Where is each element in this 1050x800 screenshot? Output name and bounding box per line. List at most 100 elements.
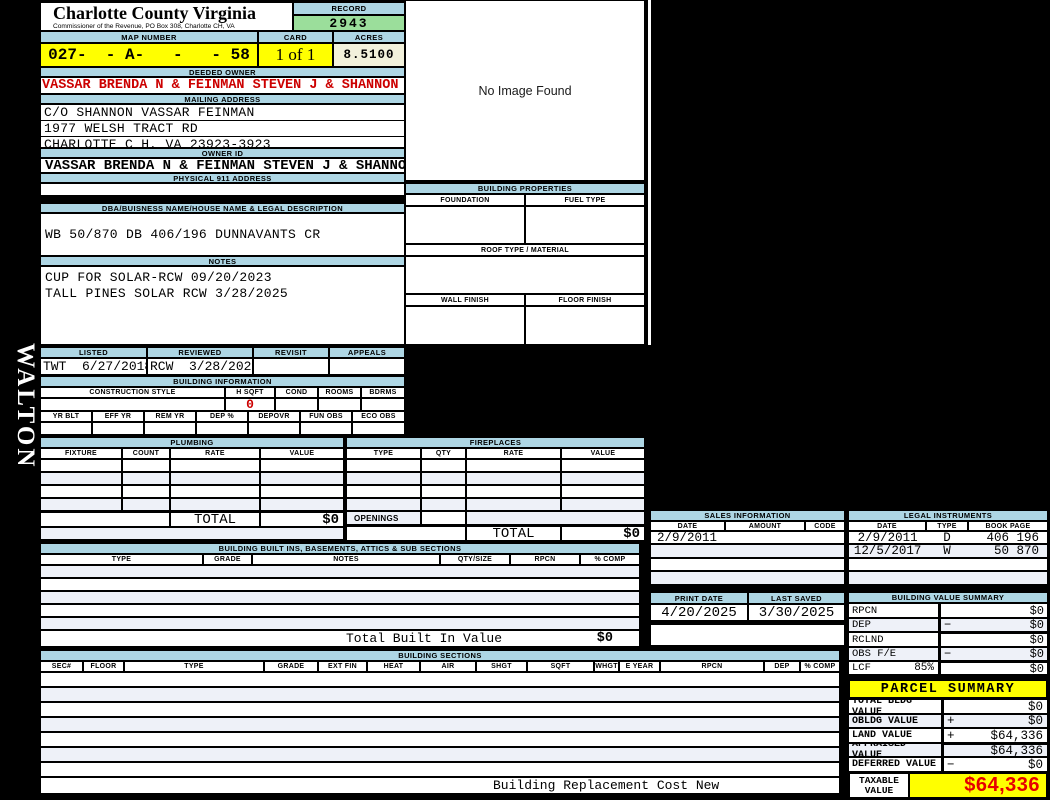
bdrms-value (361, 398, 405, 411)
parcel-row-deferred: DEFERRED VALUE − $0 (848, 757, 1048, 772)
notes-label: NOTES (40, 256, 405, 266)
table-row (650, 544, 845, 558)
floor-label: FLOOR (83, 661, 124, 672)
taxable-value: $64,336 (964, 774, 1040, 796)
remyr-value (144, 422, 196, 435)
appeals-label: APPEALS (329, 347, 405, 358)
property-photo-placeholder: No Image Found (405, 0, 645, 181)
plumbing-fixture-label: FIXTURE (40, 448, 122, 459)
parcel-label: APPRAISED VALUE (848, 743, 943, 757)
record-label: RECORD (293, 2, 405, 15)
building-value-summary-title: BUILDING VALUE SUMMARY (848, 592, 1048, 603)
plumbing-count-label: COUNT (122, 448, 170, 459)
sec-label: SEC# (40, 661, 83, 672)
plumbing-total-label: TOTAL (170, 511, 260, 527)
revisit-value (253, 358, 329, 375)
table-row (40, 732, 840, 747)
table-row (346, 472, 645, 485)
parcel-sign: − (947, 757, 955, 772)
legal-type-label: TYPE (926, 521, 968, 531)
fireplaces-qty-label: QTY (421, 448, 466, 459)
rooms-label: ROOMS (318, 387, 361, 398)
plumbing-value-label: VALUE (260, 448, 344, 459)
panel-edge (648, 0, 651, 345)
bvs-sign: − (944, 618, 952, 632)
built-ins-table: BUILDING BUILT INS, BASEMENTS, ATTICS & … (40, 543, 640, 647)
plumbing-total-row: TOTAL $0 (40, 511, 344, 527)
building-information-title: BUILDING INFORMATION (40, 376, 405, 387)
fireplaces-total-row: TOTAL $0 (346, 525, 645, 541)
map-number-label: MAP NUMBER (40, 31, 258, 43)
print-info-spacer (650, 624, 845, 646)
deeded-owner-value: VASSAR BRENDA N & FEINMAN STEVEN J & SHA… (40, 77, 405, 94)
notes-line-1: CUP FOR SOLAR-RCW 09/20/2023 (45, 270, 272, 285)
parcel-summary-title: PARCEL SUMMARY (848, 679, 1048, 699)
built-ins-rpcn-label: RPCN (510, 554, 580, 565)
record-value: 2943 (293, 15, 405, 31)
fireplaces-total-label: TOTAL (466, 525, 561, 541)
acres-value: 8.5100 (333, 43, 405, 67)
table-row (40, 591, 640, 604)
fireplaces-rate-label: RATE (466, 448, 561, 459)
print-info-block: PRINT DATE LAST SAVED 4/20/2025 3/30/202… (650, 592, 845, 621)
parcel-summary: PARCEL SUMMARY TOTAL BLDG VALUE $0 OBLDG… (848, 679, 1048, 799)
built-ins-total-value: $0 (596, 631, 613, 646)
table-row (40, 702, 840, 717)
bvs-row-dep: DEP − $0 (848, 618, 1048, 632)
map-number-value: 027- - A- - - 58 (40, 43, 258, 67)
bvs-label: RCLND (848, 632, 940, 647)
table-row (40, 472, 344, 485)
last-saved-value: 3/30/2025 (748, 604, 845, 621)
wall-finish-label: WALL FINISH (405, 294, 525, 306)
parcel-row-obldg: OBLDG VALUE + $0 (848, 714, 1048, 728)
dba-notes-block: DBA/BUISNESS NAME/HOUSE NAME & LEGAL DES… (40, 203, 405, 345)
floor-finish-value (525, 306, 645, 345)
legal-row-date: 2/9/2011 (857, 531, 918, 544)
remyr-label: REM YR (144, 411, 196, 422)
walton-watermark: WALTON (12, 342, 39, 470)
bvs-label: DEP (848, 618, 940, 632)
bvs-value: $0 (1029, 618, 1044, 632)
mailing-line-3: CHARLOTTE C H, VA 23923-3923 (44, 137, 271, 148)
parcel-row-land: LAND VALUE + $64,336 (848, 728, 1048, 743)
wall-finish-value (405, 306, 525, 345)
legal-row-type: D (943, 531, 951, 544)
table-row (40, 687, 840, 702)
table-row (40, 565, 640, 578)
yrblt-label: YR BLT (40, 411, 92, 422)
print-date-value: 4/20/2025 (650, 604, 748, 621)
legal-row-date: 12/5/2017 (853, 544, 922, 558)
built-ins-title: BUILDING BUILT INS, BASEMENTS, ATTICS & … (40, 543, 640, 554)
bvs-value: $0 (1029, 647, 1044, 661)
grade-label: GRADE (264, 661, 318, 672)
identification-block: Charlotte County Virginia Commissioner o… (40, 2, 405, 196)
owner-id-value: VASSAR BRENDA N & FEINMAN STEVEN J & SHA… (40, 158, 405, 173)
depovr-value (248, 422, 300, 435)
mailing-line-2: 1977 WELSH TRACT RD (41, 121, 404, 137)
bvs-row-rclnd: RCLND $0 (848, 632, 1048, 647)
construction-style-value (40, 398, 225, 411)
built-ins-notes-label: NOTES (252, 554, 440, 565)
eyear-label: E YEAR (619, 661, 660, 672)
plumbing-total-value: $0 (260, 511, 344, 527)
building-sections-table: BUILDING SECTIONS SEC# FLOOR TYPE GRADE … (40, 650, 840, 794)
bvs-row-rpcn: RPCN $0 (848, 603, 1048, 618)
table-row (40, 498, 344, 511)
roof-type-label: ROOF TYPE / MATERIAL (405, 244, 645, 256)
taxable-value-box: $64,336 (910, 772, 1048, 799)
ecoobs-label: ECO OBS (352, 411, 405, 422)
legal-row-bookpage: 406 196 (986, 531, 1039, 544)
parcel-label: TOTAL BLDG VALUE (848, 699, 943, 714)
effyr-value (92, 422, 144, 435)
built-ins-total-row: Total Built In Value $0 (40, 630, 640, 647)
county-header: Charlotte County Virginia Commissioner o… (40, 2, 293, 31)
parcel-row-totalbldg: TOTAL BLDG VALUE $0 (848, 699, 1048, 714)
sales-information-table: SALES INFORMATION DATE AMOUNT CODE 2/9/2… (650, 510, 845, 585)
revisit-label: REVISIT (253, 347, 329, 358)
table-row (40, 617, 640, 630)
last-saved-label: LAST SAVED (748, 592, 845, 604)
fireplaces-table: FIREPLACES TYPE QTY RATE VALUE OPENINGS … (346, 437, 645, 541)
bvs-sign: − (944, 647, 952, 661)
table-row (40, 527, 344, 540)
legal-row-2: 12/5/2017 W 50 870 (848, 544, 1048, 558)
